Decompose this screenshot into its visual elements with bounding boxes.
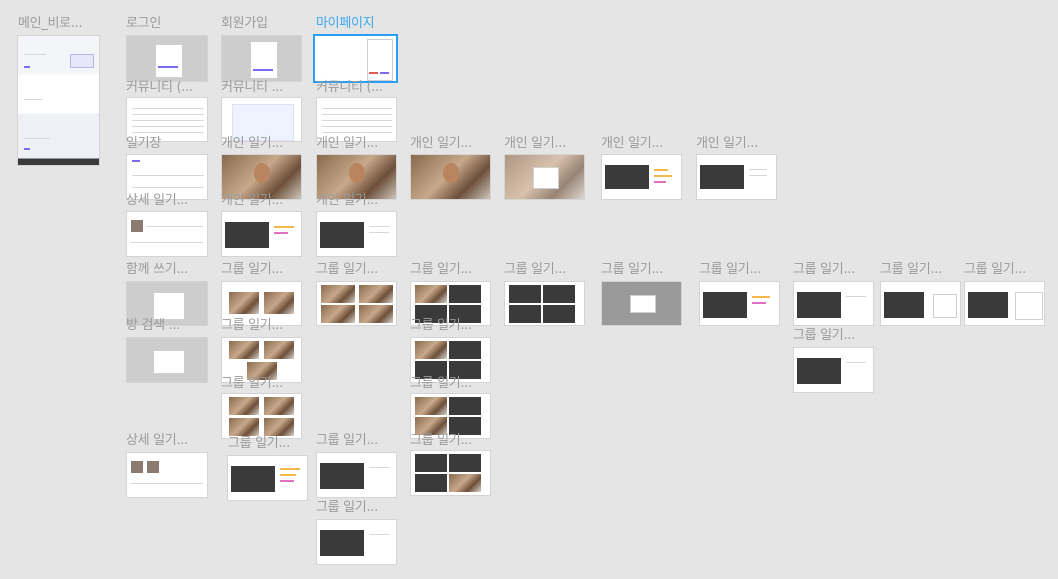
- artboard-main[interactable]: [17, 35, 100, 166]
- artboard-room-search[interactable]: [126, 337, 208, 383]
- artboard-label-group-11[interactable]: 그룹 일기...: [221, 318, 283, 334]
- artboard-group-9[interactable]: [964, 281, 1045, 326]
- artboard-label-group-7[interactable]: 그룹 일기...: [793, 262, 855, 278]
- artboard-label-detail-1[interactable]: 상세 일기...: [126, 193, 188, 209]
- artboard-label-personal-1[interactable]: 개인 일기...: [221, 136, 283, 152]
- artboard-detail-1[interactable]: [126, 211, 208, 257]
- artboard-login[interactable]: [126, 35, 208, 82]
- artboard-mypage[interactable]: [313, 34, 398, 83]
- artboard-label-group-2[interactable]: 그룹 일기...: [316, 262, 378, 278]
- artboard-label-personal-3[interactable]: 개인 일기...: [410, 136, 472, 152]
- artboard-label-group-3[interactable]: 그룹 일기...: [410, 262, 472, 278]
- artboard-label-group-16[interactable]: 그룹 일기...: [316, 433, 378, 449]
- artboard-label-personal-6[interactable]: 개인 일기...: [696, 136, 758, 152]
- artboard-label-personal-4[interactable]: 개인 일기...: [504, 136, 566, 152]
- artboard-label-community-2[interactable]: 커뮤니티 ...: [221, 80, 283, 96]
- artboard-label-mypage[interactable]: 마이페이지: [316, 16, 375, 32]
- artboard-personal-8[interactable]: [316, 211, 397, 257]
- artboard-label-group-12[interactable]: 그룹 일기...: [410, 318, 472, 334]
- artboard-label-group-1[interactable]: 그룹 일기...: [221, 262, 283, 278]
- artboard-label-diary[interactable]: 일기장: [126, 136, 161, 152]
- artboard-label-personal-7[interactable]: 개인 일기...: [221, 193, 283, 209]
- artboard-detail-2[interactable]: [126, 452, 208, 498]
- artboard-label-community-1[interactable]: 커뮤니티 (...: [126, 80, 193, 96]
- artboard-label-personal-2[interactable]: 개인 일기...: [316, 136, 378, 152]
- artboard-personal-5[interactable]: [601, 154, 682, 200]
- artboard-group-10[interactable]: [793, 347, 874, 393]
- artboard-personal-6[interactable]: [696, 154, 777, 200]
- artboard-label-group-13[interactable]: 그룹 일기...: [221, 376, 283, 392]
- artboard-group-7[interactable]: [793, 281, 874, 326]
- artboard-label-community-3[interactable]: 커뮤니티 (...: [316, 80, 383, 96]
- artboard-label-group-4[interactable]: 그룹 일기...: [504, 262, 566, 278]
- artboard-group-18[interactable]: [316, 519, 397, 565]
- artboard-group-13[interactable]: [221, 393, 302, 439]
- artboard-signup[interactable]: [221, 35, 302, 82]
- artboard-label-group-9[interactable]: 그룹 일기...: [964, 262, 1026, 278]
- artboard-group-8[interactable]: [880, 281, 961, 326]
- artboard-group-2[interactable]: [316, 281, 397, 326]
- artboard-group-15[interactable]: [227, 455, 308, 501]
- artboard-label-personal-8[interactable]: 개인 일기...: [316, 193, 378, 209]
- artboard-personal-4[interactable]: [504, 154, 585, 200]
- artboard-label-detail-2[interactable]: 상세 일기...: [126, 433, 188, 449]
- artboard-label-group-5[interactable]: 그룹 일기...: [601, 262, 663, 278]
- artboard-group-16[interactable]: [316, 452, 397, 498]
- artboard-label-group-15[interactable]: 그룹 일기...: [228, 436, 290, 452]
- artboard-group-4[interactable]: [504, 281, 585, 326]
- artboard-group-5[interactable]: [601, 281, 682, 326]
- artboard-label-group-14[interactable]: 그룹 일기...: [410, 376, 472, 392]
- artboard-label-room-search[interactable]: 방 검색 ...: [126, 318, 180, 334]
- artboard-label-group-10[interactable]: 그룹 일기...: [793, 328, 855, 344]
- artboard-label-main[interactable]: 메인_비로...: [18, 16, 83, 32]
- artboard-label-group-17[interactable]: 그룹 일기...: [410, 433, 472, 449]
- artboard-label-group-6[interactable]: 그룹 일기...: [699, 262, 761, 278]
- artboard-label-group-18[interactable]: 그룹 일기...: [316, 500, 378, 516]
- artboard-group-17[interactable]: [410, 450, 491, 496]
- artboard-group-6[interactable]: [699, 281, 780, 326]
- artboard-label-signup[interactable]: 회원가입: [221, 16, 268, 32]
- artboard-label-together[interactable]: 함께 쓰기...: [126, 262, 188, 278]
- artboard-personal-7[interactable]: [221, 211, 302, 257]
- artboard-personal-3[interactable]: [410, 154, 491, 200]
- artboard-label-group-8[interactable]: 그룹 일기...: [880, 262, 942, 278]
- artboard-label-personal-5[interactable]: 개인 일기...: [601, 136, 663, 152]
- artboard-label-login[interactable]: 로그인: [126, 16, 161, 32]
